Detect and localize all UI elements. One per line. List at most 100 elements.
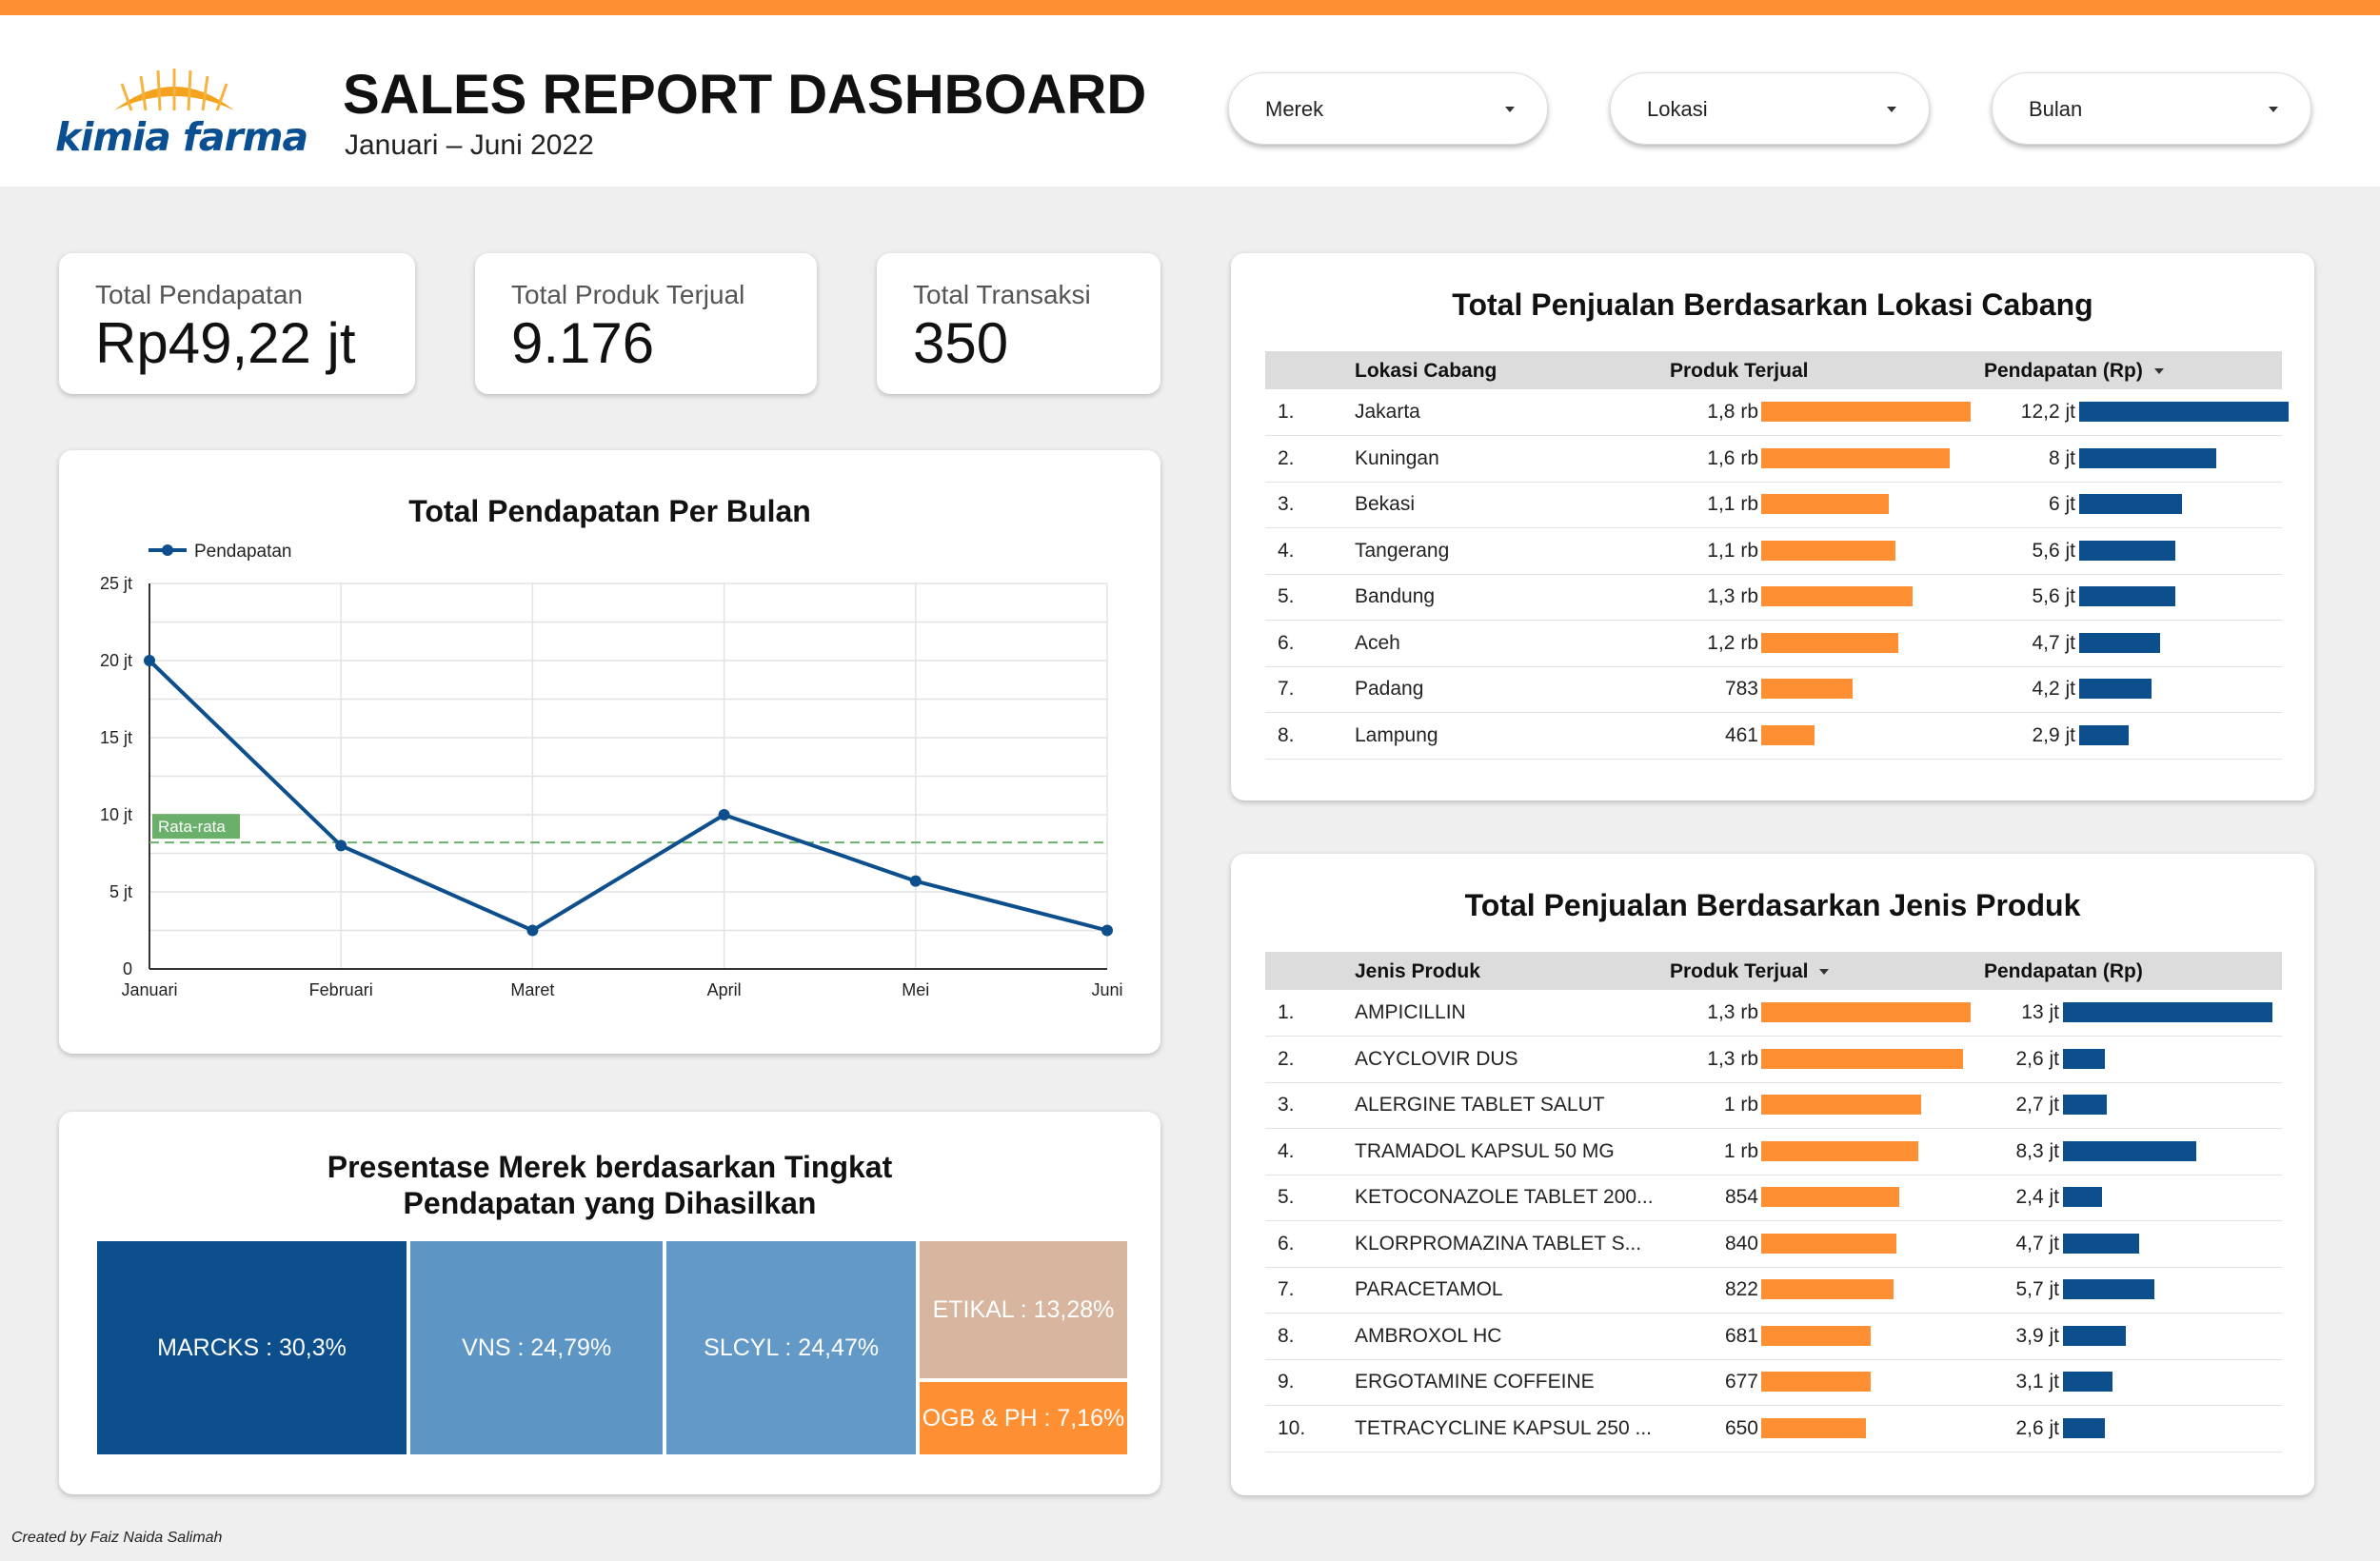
sort-desc-icon [2153, 368, 2164, 375]
revenue-bar [2079, 494, 2183, 514]
table-row[interactable]: 3. ALERGINE TABLET SALUT 1 rb 2,7 jt [1265, 1082, 2282, 1129]
revenue-label: 4,7 jt [2032, 631, 2075, 654]
revenue-label: 8,3 jt [2015, 1139, 2059, 1162]
filter-bulan-dropdown[interactable]: Bulan [1992, 72, 2311, 145]
column-header[interactable]: Jenis Produk [1355, 960, 1480, 983]
table-row[interactable]: 10. TETRACYCLINE KAPSUL 250 ... 650 2,6 jt [1265, 1406, 2282, 1452]
row-name: Kuningan [1355, 446, 1439, 469]
qty-bar [1761, 724, 1815, 745]
table-row[interactable]: 1. AMPICILLIN 1,3 rb 13 jt [1265, 990, 2282, 1037]
column-header[interactable]: Lokasi Cabang [1355, 360, 1497, 383]
column-header-sorted[interactable]: Pendapatan (Rp) [1984, 360, 2164, 383]
series-line-pendapatan [148, 659, 1108, 933]
row-number: 2. [1278, 446, 1295, 469]
treemap-tile-label: SLCYL : 24,47% [704, 1334, 880, 1361]
data-point [718, 809, 730, 820]
table-row[interactable]: 6. Aceh 1,2 rb 4,7 jt [1265, 621, 2282, 667]
table-row[interactable]: 3. Bekasi 1,1 rb 6 jt [1265, 482, 2282, 528]
revenue-label: 12,2 jt [2020, 401, 2075, 423]
row-name: AMPICILLIN [1355, 1001, 1466, 1023]
revenue-label: 2,9 jt [2032, 723, 2075, 746]
table-row[interactable]: 5. KETOCONAZOLE TABLET 200... 854 2,4 jt [1265, 1175, 2282, 1221]
x-tick-label: Februari [309, 980, 373, 999]
table-row[interactable]: 7. Padang 783 4,2 jt [1265, 666, 2282, 713]
row-number: 8. [1278, 1324, 1295, 1347]
table-row[interactable]: 5. Bandung 1,3 rb 5,6 jt [1265, 574, 2282, 621]
data-point [526, 924, 539, 937]
kpi-card-total-produk-terjual: Total Produk Terjual 9.176 [475, 253, 817, 394]
qty-bar [1761, 586, 1913, 606]
revenue-bar [2079, 724, 2130, 745]
filter-merek-dropdown[interactable]: Merek [1228, 72, 1548, 145]
qty-bar [1761, 1372, 1871, 1392]
table-row[interactable]: 2. Kuningan 1,6 rb 8 jt [1265, 436, 2282, 483]
table-row[interactable]: 8. AMBROXOL HC 681 3,9 jt [1265, 1314, 2282, 1360]
data-point [144, 655, 155, 666]
legend-label: Pendapatan [194, 542, 292, 562]
column-header-sorted[interactable]: Produk Terjual [1670, 960, 1830, 983]
sort-desc-icon [1819, 969, 1830, 976]
qty-bar [1761, 1325, 1872, 1346]
data-point [1101, 924, 1113, 937]
treemap-tile[interactable]: VNS : 24,79% [408, 1239, 665, 1456]
treemap-tile[interactable]: SLCYL : 24,47% [664, 1239, 918, 1456]
location-table-card: Total Penjualan Berdasarkan Lokasi Caban… [1231, 253, 2314, 800]
row-name: KLORPROMAZINA TABLET S... [1355, 1232, 1642, 1255]
page-title: SALES REPORT DASHBOARD [343, 64, 1147, 126]
product-table-header: Jenis Produk Produk Terjual Pendapatan (… [1265, 952, 2282, 990]
row-name: TETRACYCLINE KAPSUL 250 ... [1355, 1416, 1652, 1439]
kpi-label: Total Pendapatan [95, 280, 303, 309]
revenue-label: 6 jt [2048, 493, 2075, 515]
filter-lokasi-dropdown[interactable]: Lokasi [1610, 72, 1930, 145]
row-number: 5. [1278, 585, 1295, 607]
kpi-value: 9.176 [511, 311, 655, 375]
row-name: ERGOTAMINE COFFEINE [1355, 1371, 1595, 1393]
data-point [335, 840, 347, 852]
revenue-label: 13 jt [2021, 1001, 2059, 1023]
row-number: 9. [1278, 1371, 1295, 1393]
revenue-label: 3,9 jt [2015, 1324, 2059, 1347]
table-row[interactable]: 4. TRAMADOL KAPSUL 50 MG 1 rb 8,3 jt [1265, 1129, 2282, 1176]
kpi-card-total-transaksi: Total Transaksi 350 [877, 253, 1160, 394]
treemap-title-line1: Presentase Merek berdasarkan Tingkat [327, 1150, 893, 1184]
revenue-label: 5,6 jt [2032, 539, 2075, 562]
qty-bar [1761, 1417, 1866, 1438]
table-row[interactable]: 8. Lampung 461 2,9 jt [1265, 713, 2282, 760]
table-row[interactable]: 9. ERGOTAMINE COFFEINE 677 3,1 jt [1265, 1359, 2282, 1406]
filter-label: Merek [1265, 97, 1324, 121]
revenue-bar [2063, 1325, 2126, 1346]
column-header[interactable]: Pendapatan (Rp) [1984, 960, 2143, 983]
revenue-label: 2,7 jt [2015, 1094, 2059, 1116]
revenue-label: 5,7 jt [2015, 1278, 2059, 1300]
table-row[interactable]: 1. Jakarta 1,8 rb 12,2 jt [1265, 389, 2289, 436]
revenue-label: 4,2 jt [2032, 678, 2075, 700]
location-table-title: Total Penjualan Berdasarkan Lokasi Caban… [1452, 287, 2093, 322]
treemap-tile[interactable]: OGB & PH : 7,16% [918, 1380, 1129, 1456]
table-row[interactable]: 2. ACYCLOVIR DUS 1,3 rb 2,6 jt [1265, 1037, 2282, 1083]
table-row[interactable]: 4. Tangerang 1,1 rb 5,6 jt [1265, 528, 2282, 575]
revenue-label: 2,6 jt [2015, 1047, 2059, 1070]
treemap-tile-label: ETIKAL : 13,28% [932, 1295, 1115, 1323]
location-table-header: Lokasi Cabang Produk Terjual Pendapatan … [1265, 351, 2282, 389]
kpi-card-total-pendapatan: Total Pendapatan Rp49,22 jt [59, 253, 415, 394]
table-row[interactable]: 6. KLORPROMAZINA TABLET S... 840 4,7 jt [1265, 1221, 2282, 1268]
treemap-tile[interactable]: MARCKS : 30,3% [95, 1239, 409, 1456]
revenue-bar [2063, 1372, 2113, 1392]
row-number: 1. [1278, 401, 1295, 423]
revenue-label: 8 jt [2048, 446, 2075, 469]
row-name: Lampung [1355, 723, 1438, 746]
footer-credit: Created by Faiz Naida Salimah [11, 1530, 223, 1546]
kpi-value: 350 [913, 311, 1009, 375]
row-name: PARACETAMOL [1355, 1278, 1503, 1300]
average-label: Rata-rata [158, 818, 226, 836]
qty-label: 1,1 rb [1707, 539, 1758, 562]
treemap: MARCKS : 30,3% VNS : 24,79% SLCYL : 24,47%… [95, 1239, 1129, 1456]
treemap-tile[interactable]: ETIKAL : 13,28% [918, 1239, 1129, 1381]
caret-down-icon [1887, 107, 1896, 112]
qty-label: 650 [1724, 1416, 1758, 1439]
revenue-bar [2079, 402, 2289, 422]
column-header[interactable]: Produk Terjual [1670, 360, 1808, 383]
table-row[interactable]: 7. PARACETAMOL 822 5,7 jt [1265, 1267, 2282, 1314]
row-number: 8. [1278, 723, 1295, 746]
row-name: KETOCONAZOLE TABLET 200... [1355, 1186, 1654, 1208]
